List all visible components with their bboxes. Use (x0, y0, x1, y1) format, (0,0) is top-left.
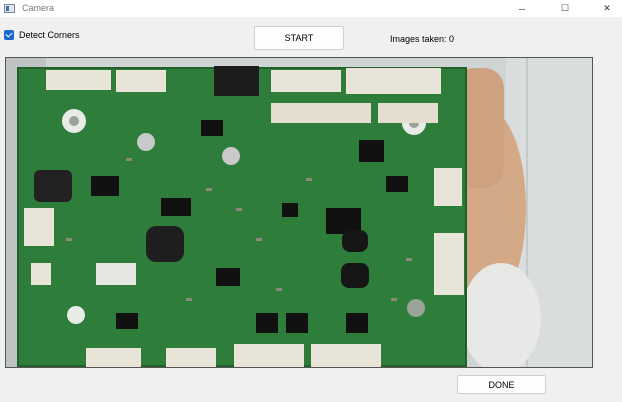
window-title: Camera (22, 3, 55, 13)
close-button[interactable]: ✕ (585, 0, 622, 17)
title-bar: Camera ─ ☐ ✕ (0, 0, 622, 17)
detect-corners-checkbox[interactable] (4, 30, 14, 40)
detect-corners-label[interactable]: Detect Corners (19, 30, 80, 40)
app-window-icon (4, 4, 15, 13)
done-button[interactable]: DONE (457, 375, 546, 394)
images-taken-counter: Images taken: 0 (390, 34, 455, 44)
camera-feed (5, 57, 593, 368)
start-button[interactable]: START (254, 26, 344, 50)
maximize-button[interactable]: ☐ (543, 0, 587, 17)
minimize-button[interactable]: ─ (500, 0, 544, 17)
camera-feed-image (6, 58, 592, 367)
